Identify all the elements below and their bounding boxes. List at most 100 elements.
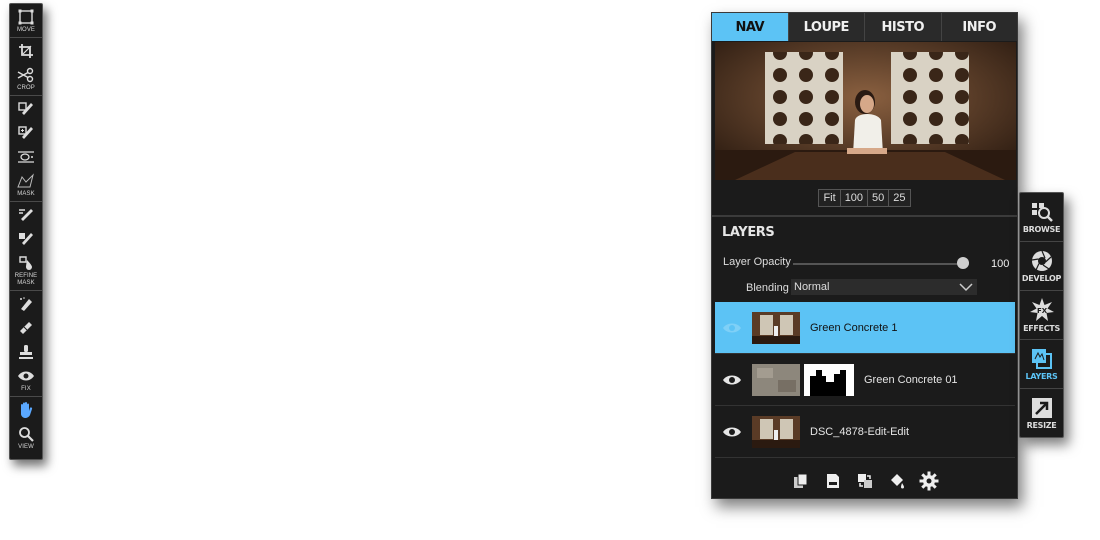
- layer-opacity-slider-handle[interactable]: [957, 257, 969, 269]
- tool-group-view: VIEW: [10, 397, 42, 454]
- layer-mask-thumbnail[interactable]: [804, 363, 854, 396]
- tool-group-mask: MASK: [10, 96, 42, 202]
- zoom-tool[interactable]: [10, 422, 42, 446]
- layer-row[interactable]: DSC_4878-Edit-Edit: [715, 406, 1015, 458]
- zoom-25-button[interactable]: 25: [889, 190, 909, 206]
- hand-icon: [21, 402, 33, 418]
- tab-histo[interactable]: HISTO: [865, 13, 942, 41]
- retouch-tool[interactable]: [10, 292, 42, 316]
- layer-thumbnail: [752, 311, 800, 344]
- layer-toolbar: [712, 468, 1017, 494]
- merge-layer-icon: [857, 474, 872, 488]
- view-label: VIEW: [18, 444, 34, 450]
- move-icon: [18, 9, 34, 25]
- bandage-icon: [20, 322, 32, 334]
- layers-icon: [1031, 348, 1052, 369]
- bandage-tool[interactable]: [10, 316, 42, 340]
- module-browse[interactable]: BROWSE: [1020, 193, 1063, 242]
- zoom-fit-button[interactable]: Fit: [819, 190, 841, 206]
- new-layer-icon: [826, 474, 839, 488]
- zoom-50-button[interactable]: 50: [868, 190, 890, 206]
- eye-icon: [723, 427, 741, 436]
- refine-droplet-icon: [19, 256, 32, 270]
- tool-group-move: MOVE: [10, 4, 42, 38]
- navigator-preview-image[interactable]: [715, 42, 1016, 180]
- panel-tabs: NAV LOUPE HISTO INFO: [712, 13, 1017, 41]
- module-develop-label: DEVELOP: [1021, 273, 1062, 283]
- new-layer-button[interactable]: [823, 471, 843, 491]
- mask-line-tool[interactable]: [10, 145, 42, 169]
- move-tool[interactable]: [10, 5, 42, 29]
- tab-nav[interactable]: NAV: [712, 13, 789, 41]
- module-resize-label: RESIZE: [1026, 421, 1057, 430]
- aperture-icon: [1031, 250, 1052, 271]
- panel-divider[interactable]: [712, 215, 1017, 217]
- mask-brush-add-icon: [18, 126, 33, 139]
- mask-brush-icon: [18, 102, 33, 115]
- mask-brush-add-tool[interactable]: [10, 121, 42, 145]
- tool-strip: MOVE CROP MASK REFINE MASK FIX VIEW: [9, 3, 43, 460]
- refine-droplet-tool[interactable]: [10, 251, 42, 275]
- zoom-100-button[interactable]: 100: [841, 190, 869, 206]
- duplicate-layer-icon: [793, 473, 807, 488]
- mask-polygon-icon: [17, 173, 34, 188]
- layer-row[interactable]: Green Concrete 1: [715, 302, 1015, 354]
- module-resize[interactable]: RESIZE: [1020, 389, 1063, 438]
- red-eye-icon: [18, 371, 34, 381]
- fx-burst-icon: FX: [1029, 297, 1054, 321]
- layer-visibility-toggle[interactable]: [720, 374, 744, 386]
- resize-arrow-icon: [1031, 398, 1052, 418]
- layer-settings-button[interactable]: [919, 471, 939, 491]
- mask-polygon-tool[interactable]: [10, 169, 42, 193]
- blending-mode-value: Normal: [794, 281, 830, 293]
- layer-opacity-value: 100: [991, 258, 1010, 270]
- eye-icon: [723, 323, 741, 332]
- layer-name: Green Concrete 1: [810, 321, 898, 334]
- layer-opacity-label: Layer Opacity: [723, 256, 791, 268]
- navigator-layers-panel: NAV LOUPE HISTO INFO Fit 100 50 25 LAYER…: [711, 12, 1018, 499]
- crop-tool[interactable]: [10, 39, 42, 63]
- refine-label-line1: REFINE: [14, 273, 38, 279]
- tool-group-refine-mask: REFINE MASK: [10, 202, 42, 291]
- eye-icon: [723, 375, 741, 384]
- zoom-icon: [19, 427, 34, 442]
- merge-layer-button[interactable]: [855, 471, 875, 491]
- zoom-controls: Fit 100 50 25: [712, 189, 1017, 207]
- refine-label-line2: MASK: [17, 280, 35, 286]
- mask-line-icon: [18, 151, 34, 163]
- blending-mode-select[interactable]: Normal: [791, 279, 977, 295]
- module-develop[interactable]: DEVELOP: [1020, 242, 1063, 291]
- mask-label: MASK: [17, 191, 35, 197]
- tab-info[interactable]: INFO: [941, 13, 1017, 41]
- layers-title: LAYERS: [722, 225, 775, 240]
- crop-icon: [19, 44, 33, 58]
- duplicate-layer-button[interactable]: [791, 471, 811, 491]
- layer-visibility-toggle[interactable]: [720, 322, 744, 334]
- clone-stamp-icon: [19, 345, 33, 359]
- mask-brush-tool[interactable]: [10, 97, 42, 121]
- module-effects[interactable]: FX EFFECTS: [1020, 291, 1063, 340]
- module-layers[interactable]: LAYERS: [1020, 340, 1063, 389]
- chevron-down-icon: [959, 282, 973, 291]
- red-eye-tool[interactable]: [10, 364, 42, 388]
- refine-brush-tool[interactable]: [10, 203, 42, 227]
- browse-icon: [1031, 202, 1053, 222]
- layer-thumbnail: [752, 363, 800, 396]
- module-effects-label: EFFECTS: [1023, 323, 1060, 333]
- hand-tool[interactable]: [10, 398, 42, 422]
- module-layers-label: LAYERS: [1025, 371, 1058, 381]
- layer-visibility-toggle[interactable]: [720, 426, 744, 438]
- tab-loupe[interactable]: LOUPE: [788, 13, 865, 41]
- scissors-icon: [17, 67, 34, 83]
- clone-stamp-tool[interactable]: [10, 340, 42, 364]
- fill-layer-button[interactable]: [887, 471, 907, 491]
- fill-bucket-icon: [890, 474, 904, 489]
- retouch-brush-icon: [20, 297, 32, 311]
- tool-group-fix: FIX: [10, 291, 42, 397]
- layer-name: DSC_4878-Edit-Edit: [810, 425, 910, 438]
- layer-row[interactable]: Green Concrete 01: [715, 354, 1015, 406]
- refine-brush-add-tool[interactable]: [10, 227, 42, 251]
- cut-tool[interactable]: [10, 63, 42, 87]
- layer-opacity-slider[interactable]: [793, 263, 969, 265]
- fix-label: FIX: [21, 386, 31, 392]
